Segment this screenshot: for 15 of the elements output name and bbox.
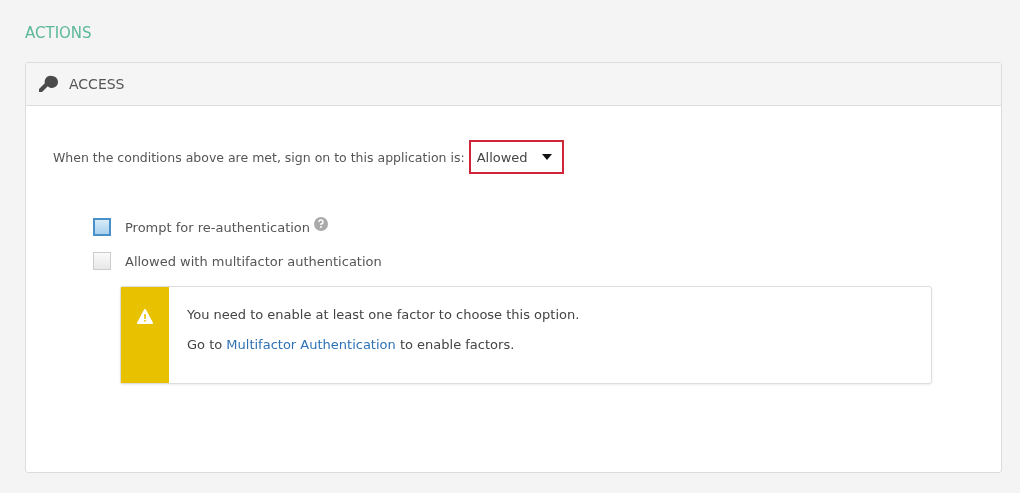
warning-icon (137, 309, 153, 325)
rule-label: When the conditions above are met, sign on to this application is: (53, 149, 465, 165)
option-label: Allowed with multifactor authentication (125, 253, 382, 269)
warning-hint: Go to Multifactor Authentication to enable factors. (187, 337, 516, 352)
checkbox[interactable] (93, 218, 111, 236)
warning-message: You need to enable at least one factor to choose this option. (187, 307, 580, 322)
multifactor-link[interactable]: Multifactor Authentication (226, 337, 396, 352)
checkbox[interactable] (93, 252, 111, 270)
key-icon (39, 75, 59, 93)
access-dropdown[interactable]: Allowed (468, 140, 564, 174)
section-title: ACTIONS (25, 24, 93, 42)
caret-icon (541, 154, 552, 160)
option-label: Prompt for re-authentication (125, 219, 311, 235)
help-icon[interactable] (314, 217, 329, 231)
panel-title: ACCESS (69, 76, 125, 92)
